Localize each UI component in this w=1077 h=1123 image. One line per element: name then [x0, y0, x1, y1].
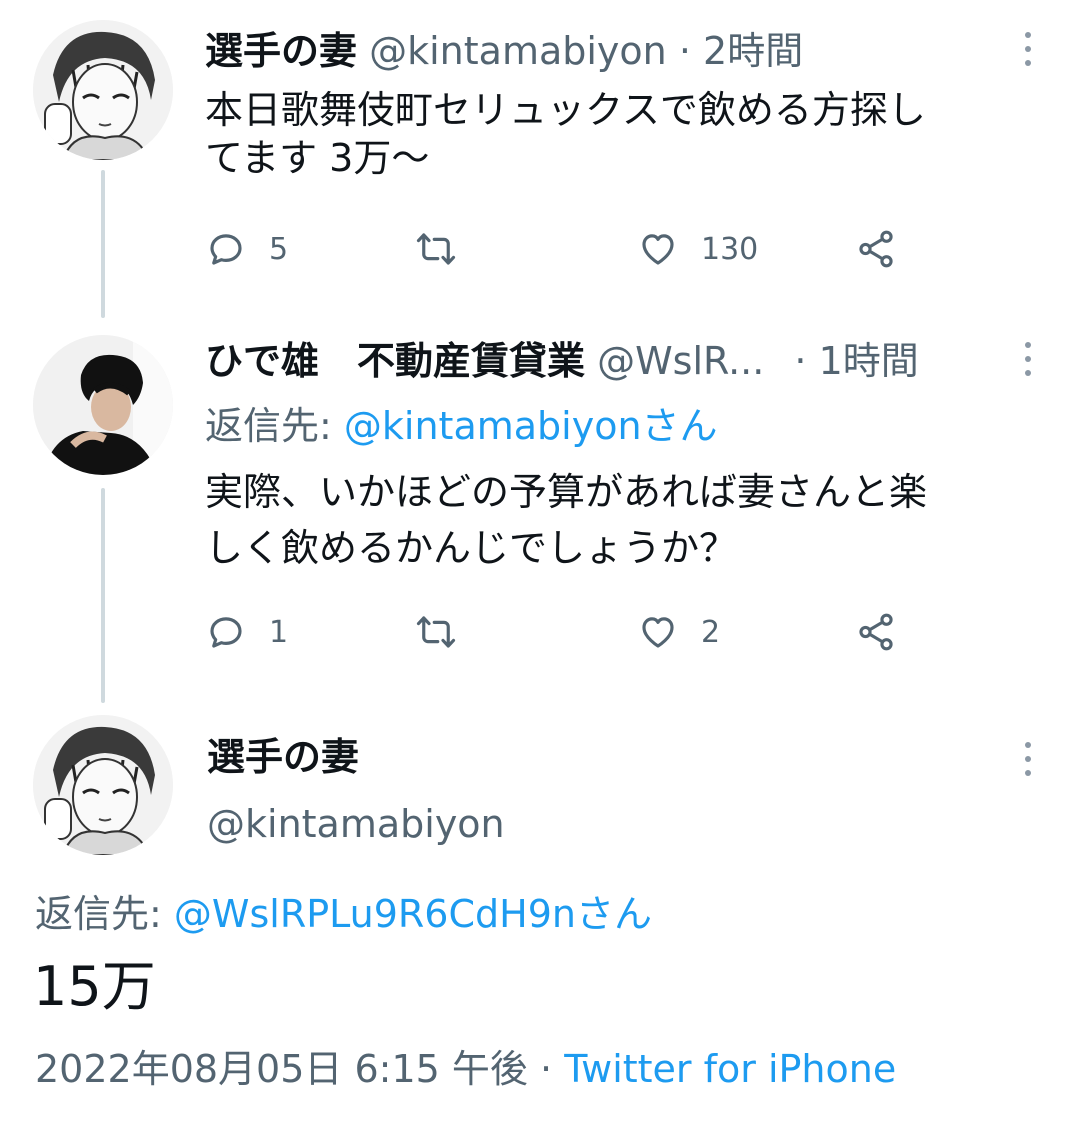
like-count: 2	[701, 614, 721, 650]
tweet-header: 選手の妻	[207, 733, 359, 781]
tweet-actions: 5 130	[205, 229, 905, 269]
reply-button[interactable]: 5	[205, 229, 288, 269]
retweet-icon	[416, 233, 456, 265]
like-count: 130	[701, 231, 759, 267]
more-vertical-icon[interactable]	[1018, 740, 1038, 780]
display-name[interactable]: 選手の妻	[205, 29, 357, 73]
reply-to-line: 返信先: @kintamabiyonさん	[205, 402, 718, 450]
tweet-text-line: てます 3万〜	[205, 136, 430, 180]
retweet-icon	[416, 616, 456, 648]
share-button[interactable]	[855, 229, 897, 269]
reply-count: 5	[269, 231, 289, 267]
display-name[interactable]: 選手の妻	[207, 735, 359, 779]
tweet-text: 実際、いかほどの予算があれば妻さんと楽 しく飲めるかんじでしょうか？	[205, 468, 927, 572]
share-icon	[859, 613, 893, 651]
tweet-text-line: 本日歌舞伎町セリュックスで飲める方探し	[205, 88, 926, 132]
post-time[interactable]: 1時間	[819, 339, 919, 383]
reply-to-label: 返信先:	[35, 892, 174, 936]
tweet-header: 選手の妻 @kintamabiyon · 2時間	[205, 27, 803, 75]
avatar[interactable]	[33, 20, 173, 160]
more-vertical-icon[interactable]	[1018, 30, 1038, 70]
user-handle-line: @kintamabiyon	[207, 800, 505, 848]
separator-dot: ·	[794, 339, 807, 383]
avatar[interactable]	[33, 715, 173, 855]
reply-to-link[interactable]: @kintamabiyonさん	[344, 404, 718, 448]
heart-icon	[642, 617, 674, 648]
reply-icon	[210, 617, 242, 648]
tweet-text-line: しく飲めるかんじでしょうか？	[205, 526, 738, 570]
separator-dot: ·	[540, 1047, 553, 1091]
tweet-actions: 1 2	[205, 612, 905, 652]
user-handle[interactable]: @kintamabiyon	[369, 29, 667, 73]
reply-icon	[210, 234, 242, 265]
tweet-text: 本日歌舞伎町セリュックスで飲める方探し てます 3万〜	[205, 86, 926, 182]
source-link[interactable]: Twitter for iPhone	[564, 1047, 896, 1091]
tweet-timestamp-line: 2022年08月05日 6:15 午後 · Twitter for iPhone	[35, 1045, 896, 1093]
timestamp[interactable]: 2022年08月05日 6:15 午後	[35, 1047, 528, 1091]
reply-button[interactable]: 1	[205, 612, 288, 652]
share-icon	[859, 230, 893, 268]
tweet-header: ひで雄 不動産賃貸業 @WslR... · 1時間	[205, 337, 919, 385]
display-name[interactable]: ひで雄 不動産賃貸業	[205, 339, 585, 383]
retweet-button[interactable]	[415, 612, 457, 652]
more-vertical-icon[interactable]	[1018, 340, 1038, 380]
reply-to-line: 返信先: @WslRPLu9R6CdH9nさん	[35, 890, 652, 938]
retweet-button[interactable]	[415, 229, 457, 269]
reply-to-label: 返信先:	[205, 404, 344, 448]
reply-count: 1	[269, 614, 289, 650]
separator-dot: ·	[678, 29, 691, 73]
like-button[interactable]: 2	[637, 612, 720, 652]
tweet-text-line: 実際、いかほどの予算があれば妻さんと楽	[205, 470, 928, 514]
thread-line-1	[101, 170, 105, 318]
user-handle[interactable]: @kintamabiyon	[207, 802, 505, 846]
avatar[interactable]	[33, 335, 173, 475]
tweet-text: 15万	[33, 955, 156, 1018]
like-button[interactable]: 130	[637, 229, 758, 269]
post-time[interactable]: 2時間	[703, 29, 803, 73]
share-button[interactable]	[855, 612, 897, 652]
user-handle[interactable]: @WslR...	[597, 339, 764, 383]
reply-to-link[interactable]: @WslRPLu9R6CdH9nさん	[174, 892, 652, 936]
thread-line-2	[101, 488, 105, 703]
heart-icon	[642, 234, 674, 265]
